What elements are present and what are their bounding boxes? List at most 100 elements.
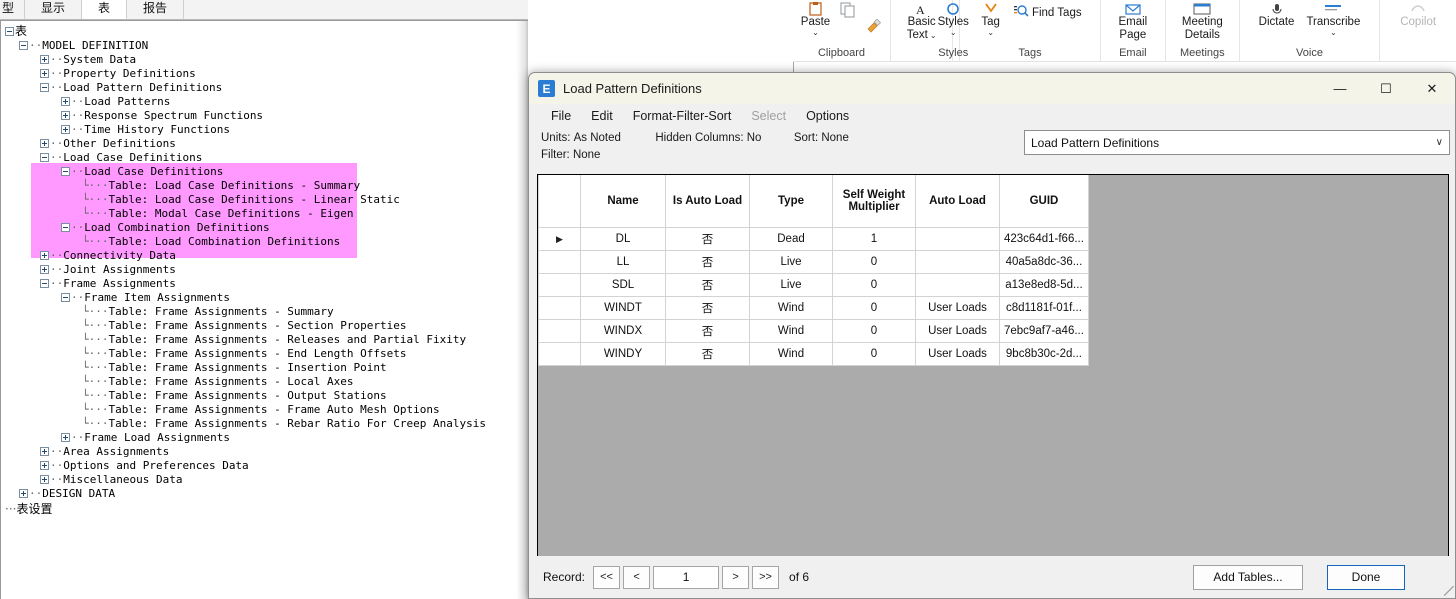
- cell-is-auto-load[interactable]: 否: [665, 318, 750, 343]
- tree-item[interactable]: └···Table: Load Case Definitions - Linea…: [5, 193, 528, 207]
- cell-guid[interactable]: 9bc8b30c-2d...: [999, 341, 1089, 366]
- tree-item[interactable]: └···Table: Frame Assignments - Frame Aut…: [5, 403, 528, 417]
- tree-collapse-icon[interactable]: [61, 293, 70, 302]
- tree-expand-icon[interactable]: [19, 489, 28, 498]
- grid-col-rowheader[interactable]: [538, 175, 581, 228]
- cell-self-weight-multiplier[interactable]: 0: [832, 318, 916, 343]
- format-painter-button[interactable]: [863, 2, 885, 33]
- tree-item-root[interactable]: 表: [5, 23, 528, 39]
- row-selector-cell[interactable]: [538, 249, 581, 274]
- cell-guid[interactable]: 40a5a8dc-36...: [999, 249, 1089, 274]
- tree-collapse-icon[interactable]: [61, 167, 70, 176]
- grid-col-auto-load[interactable]: Auto Load: [915, 175, 1000, 228]
- cell-guid[interactable]: 7ebc9af7-a46...: [999, 318, 1089, 343]
- tree-item[interactable]: └···Table: Load Combination Definitions: [5, 235, 528, 249]
- add-tables-button[interactable]: Add Tables...: [1193, 564, 1303, 590]
- maximize-button[interactable]: ☐: [1363, 73, 1409, 104]
- cell-guid[interactable]: 423c64d1-f66...: [999, 226, 1089, 251]
- tag-button[interactable]: Tag ⌄: [978, 2, 1003, 37]
- cell-auto-load[interactable]: User Loads: [915, 341, 1000, 366]
- transcribe-button[interactable]: Transcribe ⌄: [1303, 2, 1363, 37]
- tree-expand-icon[interactable]: [40, 265, 49, 274]
- cell-auto-load[interactable]: User Loads: [915, 295, 1000, 320]
- tree-item[interactable]: └···Table: Modal Case Definitions - Eige…: [5, 207, 528, 221]
- tree-collapse-icon[interactable]: [40, 279, 49, 288]
- tree-expand-icon[interactable]: [61, 125, 70, 134]
- cell-self-weight-multiplier[interactable]: 0: [832, 295, 916, 320]
- tree-item[interactable]: └···Table: Frame Assignments - Releases …: [5, 333, 528, 347]
- copy-button[interactable]: [837, 2, 859, 18]
- minimize-button[interactable]: —: [1317, 73, 1363, 104]
- email-page-button[interactable]: Email Page: [1115, 2, 1150, 42]
- tree-item[interactable]: ··Other Definitions: [5, 137, 528, 151]
- tree-item[interactable]: └···Table: Frame Assignments - End Lengt…: [5, 347, 528, 361]
- cell-is-auto-load[interactable]: 否: [665, 272, 750, 297]
- cell-name[interactable]: LL: [580, 249, 666, 274]
- tree-item[interactable]: └···Table: Frame Assignments - Rebar Rat…: [5, 417, 528, 431]
- table-row[interactable]: LL 否 Live 0 40a5a8dc-36...: [538, 249, 1089, 274]
- cell-name[interactable]: DL: [580, 226, 666, 251]
- tree-collapse-icon[interactable]: [40, 83, 49, 92]
- cell-type[interactable]: Live: [749, 272, 833, 297]
- menu-edit[interactable]: Edit: [581, 106, 623, 126]
- tree-expand-icon[interactable]: [61, 433, 70, 442]
- grid-col-is-auto-load[interactable]: Is Auto Load: [665, 175, 750, 228]
- meeting-details-button[interactable]: Meeting Details: [1179, 2, 1226, 42]
- dialog-title-bar[interactable]: E Load Pattern Definitions — ☐ ✕: [529, 73, 1455, 104]
- grid-col-type[interactable]: Type: [749, 175, 833, 228]
- chevron-down-icon[interactable]: ⌄: [950, 29, 957, 37]
- tree-expand-icon[interactable]: [40, 461, 49, 470]
- cell-auto-load[interactable]: User Loads: [915, 318, 1000, 343]
- cell-auto-load[interactable]: [915, 226, 1000, 251]
- tree-toggle-icon[interactable]: [5, 26, 14, 36]
- tree-item[interactable]: ··Connectivity Data: [5, 249, 528, 263]
- tree-item[interactable]: ··Load Pattern Definitions: [5, 81, 528, 95]
- tree-item[interactable]: ··Options and Preferences Data: [5, 459, 528, 473]
- tree-item[interactable]: ··Frame Assignments: [5, 277, 528, 291]
- paste-button[interactable]: Paste ⌄: [798, 2, 833, 37]
- find-tags-button[interactable]: Find Tags: [1013, 2, 1082, 21]
- row-selector-cell[interactable]: ▶: [538, 226, 581, 251]
- tree-expand-icon[interactable]: [40, 139, 49, 148]
- previous-record-button[interactable]: <: [623, 565, 651, 589]
- background-tab-display[interactable]: 显示: [25, 0, 83, 19]
- tree-item[interactable]: ··DESIGN DATA: [5, 487, 528, 501]
- first-record-button[interactable]: <<: [593, 565, 621, 589]
- tree-item[interactable]: ··Response Spectrum Functions: [5, 109, 528, 123]
- next-record-button[interactable]: >: [722, 565, 750, 589]
- chevron-down-icon[interactable]: ⌄: [987, 29, 994, 37]
- tree-item[interactable]: └···Table: Frame Assignments - Output St…: [5, 389, 528, 403]
- tree-item[interactable]: ··Frame Item Assignments: [5, 291, 528, 305]
- tree-item[interactable]: ··Time History Functions: [5, 123, 528, 137]
- table-row[interactable]: WINDT 否 Wind 0 User Loads c8d1181f-01f...: [538, 295, 1089, 320]
- chevron-down-icon[interactable]: ∨: [1436, 137, 1443, 148]
- cell-is-auto-load[interactable]: 否: [665, 295, 750, 320]
- tree-item[interactable]: ··Load Combination Definitions: [5, 221, 528, 235]
- cell-guid[interactable]: a13e8ed8-5d...: [999, 272, 1089, 297]
- menu-options[interactable]: Options: [796, 106, 859, 126]
- tree-expand-icon[interactable]: [40, 69, 49, 78]
- resize-grip[interactable]: [1444, 586, 1454, 596]
- grid-col-self-weight-multiplier[interactable]: Self Weight Multiplier: [832, 175, 916, 228]
- tree-collapse-icon[interactable]: [40, 153, 49, 162]
- table-row[interactable]: ▶ DL 否 Dead 1 423c64d1-f66...: [538, 226, 1089, 251]
- tree-item[interactable]: ··Frame Load Assignments: [5, 431, 528, 445]
- background-tab-report[interactable]: 报告: [127, 0, 185, 19]
- tree-item[interactable]: └···Table: Load Case Definitions - Summa…: [5, 179, 528, 193]
- tree-item[interactable]: ··Load Case Definitions: [5, 151, 528, 165]
- cell-name[interactable]: WINDT: [580, 295, 666, 320]
- tree-item[interactable]: ··Joint Assignments: [5, 263, 528, 277]
- data-grid[interactable]: Name Is Auto Load Type Self Weight Multi…: [537, 174, 1449, 598]
- cell-is-auto-load[interactable]: 否: [665, 341, 750, 366]
- cell-name[interactable]: WINDX: [580, 318, 666, 343]
- tree-item[interactable]: ··System Data: [5, 53, 528, 67]
- background-tab-model[interactable]: 型: [0, 0, 26, 19]
- tree-item[interactable]: ··Miscellaneous Data: [5, 473, 528, 487]
- tree-item[interactable]: ··Area Assignments: [5, 445, 528, 459]
- cell-type[interactable]: Wind: [749, 295, 833, 320]
- tree-expand-icon[interactable]: [61, 97, 70, 106]
- background-tab-tables[interactable]: 表: [82, 0, 128, 19]
- chevron-down-icon[interactable]: ⌄: [1330, 29, 1337, 37]
- grid-col-guid[interactable]: GUID: [999, 175, 1089, 228]
- cell-self-weight-multiplier[interactable]: 1: [832, 226, 916, 251]
